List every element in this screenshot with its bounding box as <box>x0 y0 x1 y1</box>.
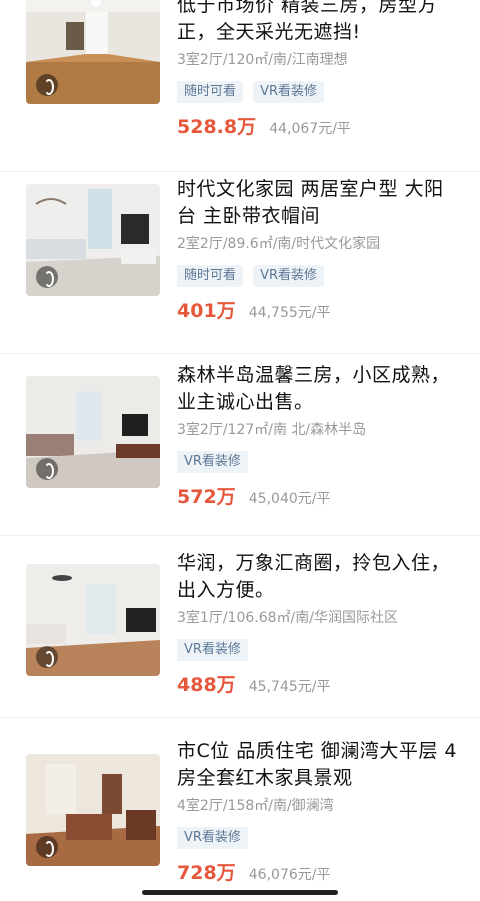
listing-info: 市C位 品质住宅 御澜湾大平层 4房全套红木家具景观 4室2厅/158㎡/南/御… <box>177 738 460 885</box>
total-price: 401万 <box>177 300 236 322</box>
listing-meta: 2室2厅/89.6㎡/南/时代文化家园 <box>177 236 381 252</box>
listing-title[interactable]: 时代文化家园 两居室户型 大阳台 主卧带衣帽间 <box>177 176 460 230</box>
tag-vr: VR看装修 <box>253 81 325 103</box>
total-price: 572万 <box>177 486 236 508</box>
listing-title[interactable]: 华润，万象汇商圈，拎包入住，出入方便。 <box>177 550 460 604</box>
listing-card[interactable]: 森林半岛温馨三房，小区成熟，业主诚心出售。 3室2厅/127㎡/南 北/森林半岛… <box>0 354 480 536</box>
listing-title[interactable]: 森林半岛温馨三房，小区成熟，业主诚心出售。 <box>177 362 460 416</box>
listing-card[interactable]: 时代文化家园 两居室户型 大阳台 主卧带衣帽间 2室2厅/89.6㎡/南/时代文… <box>0 172 480 354</box>
price-row: 728万 46,076元/平 <box>177 858 460 885</box>
listing-photo[interactable] <box>26 376 160 488</box>
listing-meta: 4室2厅/158㎡/南/御澜湾 <box>177 798 334 814</box>
listing-photo[interactable] <box>26 0 160 104</box>
listing-card[interactable]: 低于市场价 精装三房，房型方正，全天采光无遮挡! 3室2厅/120㎡/南/江南理… <box>0 0 480 172</box>
listing-info: 时代文化家园 两居室户型 大阳台 主卧带衣帽间 2室2厅/89.6㎡/南/时代文… <box>177 176 460 323</box>
price-row: 572万 45,040元/平 <box>177 482 460 509</box>
total-price: 728万 <box>177 862 236 884</box>
tag-viewing: 随时可看 <box>177 81 244 103</box>
listing-info: 森林半岛温馨三房，小区成熟，业主诚心出售。 3室2厅/127㎡/南 北/森林半岛… <box>177 362 460 509</box>
listing-card[interactable]: 市C位 品质住宅 御澜湾大平层 4房全套红木家具景观 4室2厅/158㎡/南/御… <box>0 718 480 900</box>
listing-list: 低于市场价 精装三房，房型方正，全天采光无遮挡! 3室2厅/120㎡/南/江南理… <box>0 0 480 900</box>
listing-meta: 3室1厅/106.68㎡/南/华润国际社区 <box>177 610 398 626</box>
tag-vr: VR看装修 <box>253 265 325 287</box>
unit-price: 44,067元/平 <box>269 121 351 137</box>
home-indicator[interactable] <box>142 890 338 895</box>
listing-title[interactable]: 市C位 品质住宅 御澜湾大平层 4房全套红木家具景观 <box>177 738 460 792</box>
listing-meta: 3室2厅/127㎡/南 北/森林半岛 <box>177 422 367 438</box>
listing-meta: 3室2厅/120㎡/南/江南理想 <box>177 52 348 68</box>
listing-tags: VR看装修 <box>177 450 460 473</box>
tag-vr: VR看装修 <box>177 639 248 661</box>
vr-360-icon <box>36 836 58 858</box>
vr-360-icon <box>36 458 58 480</box>
total-price: 528.8万 <box>177 116 257 138</box>
unit-price: 45,040元/平 <box>248 491 331 507</box>
listing-photo[interactable] <box>26 184 160 296</box>
price-row: 528.8万 44,067元/平 <box>177 112 460 139</box>
tag-vr: VR看装修 <box>177 451 248 473</box>
listing-info: 华润，万象汇商圈，拎包入住，出入方便。 3室1厅/106.68㎡/南/华润国际社… <box>177 550 460 697</box>
price-row: 401万 44,755元/平 <box>177 296 460 323</box>
vr-360-icon <box>36 266 58 288</box>
listing-photo[interactable] <box>26 564 160 676</box>
tag-viewing: 随时可看 <box>177 265 244 287</box>
unit-price: 45,745元/平 <box>248 679 331 695</box>
listing-tags: 随时可看 VR看装修 <box>177 264 460 287</box>
listing-info: 低于市场价 精装三房，房型方正，全天采光无遮挡! 3室2厅/120㎡/南/江南理… <box>177 0 460 139</box>
total-price: 488万 <box>177 674 236 696</box>
listing-tags: VR看装修 <box>177 638 460 661</box>
price-row: 488万 45,745元/平 <box>177 670 460 697</box>
vr-360-icon <box>36 646 58 668</box>
listing-card[interactable]: 华润，万象汇商圈，拎包入住，出入方便。 3室1厅/106.68㎡/南/华润国际社… <box>0 536 480 718</box>
unit-price: 46,076元/平 <box>248 867 331 883</box>
listing-title[interactable]: 低于市场价 精装三房，房型方正，全天采光无遮挡! <box>177 0 460 46</box>
unit-price: 44,755元/平 <box>248 305 331 321</box>
listing-photo[interactable] <box>26 754 160 866</box>
vr-360-icon <box>36 74 58 96</box>
tag-vr: VR看装修 <box>177 827 248 849</box>
listing-tags: 随时可看 VR看装修 <box>177 80 460 103</box>
listing-tags: VR看装修 <box>177 826 460 849</box>
